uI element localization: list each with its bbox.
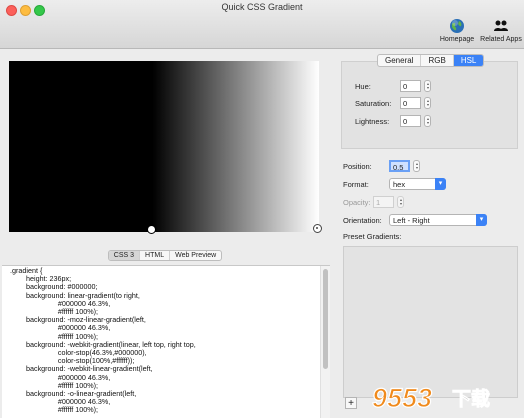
preset-gradients-label: Preset Gradients:	[343, 232, 402, 241]
tab-html[interactable]: HTML	[139, 251, 169, 260]
saturation-label: Saturation:	[355, 99, 392, 108]
homepage-button[interactable]: Homepage	[437, 18, 477, 43]
watermark-logo: 9553 下载	[371, 382, 490, 413]
position-field[interactable]: 0.5	[389, 160, 410, 172]
orientation-label: Orientation:	[343, 216, 382, 225]
format-value: hex	[393, 180, 406, 189]
css-code-text: .gradient { height: 236px; background: #…	[10, 266, 196, 415]
css-code-view[interactable]: .gradient { height: 236px; background: #…	[2, 265, 330, 418]
window-title: Quick CSS Gradient	[221, 2, 303, 12]
chevron-down-icon: ▾	[476, 214, 487, 226]
related-apps-button[interactable]: Related Apps	[478, 18, 524, 43]
hue-stepper[interactable]	[424, 80, 431, 92]
watermark-number: 9553	[372, 383, 432, 413]
tab-css3[interactable]: CSS 3	[108, 251, 140, 260]
saturation-field[interactable]: 0	[400, 97, 421, 109]
gradient-preview	[9, 61, 319, 232]
color-stop-handle-2[interactable]	[313, 224, 322, 233]
code-scrollbar[interactable]	[320, 266, 330, 418]
globe-icon	[450, 19, 464, 33]
saturation-stepper[interactable]	[424, 97, 431, 109]
lightness-field[interactable]: 0	[400, 115, 421, 127]
color-mode-tabs: General RGB HSL	[377, 54, 485, 67]
tab-rgb[interactable]: RGB	[420, 55, 452, 66]
opacity-label: Opacity:	[343, 198, 371, 207]
code-line: #ffffff 100%);	[10, 405, 99, 415]
title-bar: Quick CSS Gradient Homepage Related Apps	[0, 0, 524, 49]
tab-general[interactable]: General	[378, 55, 420, 66]
position-stepper[interactable]	[413, 160, 420, 172]
code-tabs: CSS 3 HTML Web Preview	[0, 250, 330, 261]
orientation-select[interactable]: Left - Right ▾	[389, 214, 487, 226]
add-preset-button[interactable]: +	[345, 397, 357, 409]
chevron-down-icon: ▾	[435, 178, 446, 190]
hue-field[interactable]: 0	[400, 80, 421, 92]
tab-web-preview[interactable]: Web Preview	[169, 251, 221, 260]
format-select[interactable]: hex ▾	[389, 178, 446, 190]
lightness-stepper[interactable]	[424, 115, 431, 127]
related-apps-label: Related Apps	[480, 36, 522, 43]
lightness-label: Lightness:	[355, 117, 390, 126]
opacity-field[interactable]: 1	[373, 196, 394, 208]
opacity-stepper[interactable]	[397, 196, 404, 208]
orientation-value: Left - Right	[393, 216, 430, 225]
homepage-label: Homepage	[439, 36, 475, 43]
hue-label: Hue:	[355, 82, 371, 91]
color-stop-handle-1[interactable]	[147, 225, 156, 234]
code-scrollbar-thumb[interactable]	[323, 269, 328, 369]
people-icon	[494, 20, 508, 31]
position-label: Position:	[343, 162, 372, 171]
preset-gradients-list[interactable]	[343, 246, 518, 398]
watermark-suffix: 下载	[452, 387, 490, 410]
format-label: Format:	[343, 180, 369, 189]
tab-hsl[interactable]: HSL	[452, 55, 484, 66]
